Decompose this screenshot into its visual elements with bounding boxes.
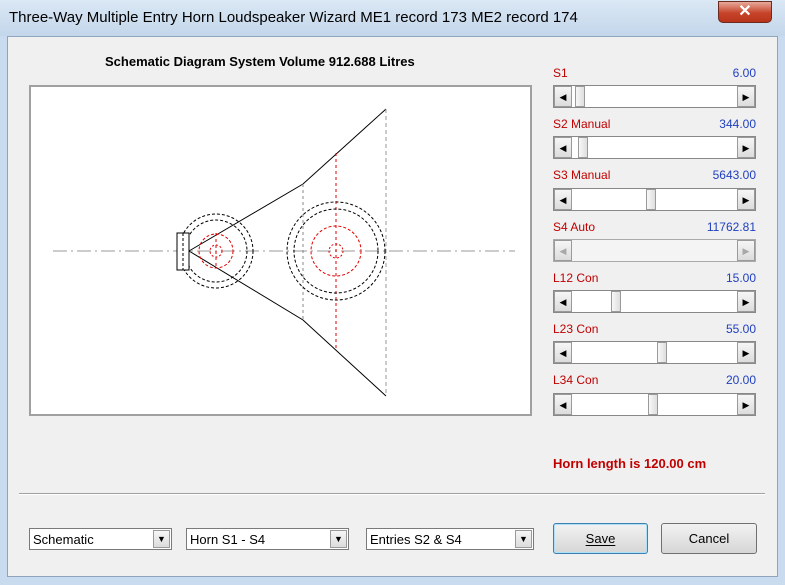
scroll-left-icon[interactable]: ◀ bbox=[554, 394, 572, 415]
horn-select[interactable]: Horn S1 - S4 ▼ bbox=[186, 528, 349, 550]
chevron-down-icon[interactable]: ▼ bbox=[330, 530, 347, 548]
diagram-heading: Schematic Diagram System Volume 912.688 … bbox=[105, 54, 415, 69]
cancel-button[interactable]: Cancel bbox=[661, 523, 757, 554]
horn-upper-outline bbox=[188, 108, 387, 252]
slider-scrollbar[interactable]: ◀ ▶ bbox=[553, 290, 756, 313]
scroll-right-icon[interactable]: ▶ bbox=[737, 137, 755, 158]
schematic-drawing bbox=[53, 108, 515, 397]
scroll-right-icon[interactable]: ▶ bbox=[737, 291, 755, 312]
title-bar[interactable]: Three-Way Multiple Entry Horn Loudspeake… bbox=[0, 0, 785, 36]
slider-label: L12 Con bbox=[553, 271, 599, 285]
scroll-right-icon[interactable]: ▶ bbox=[737, 394, 755, 415]
slider-thumb[interactable] bbox=[575, 86, 586, 107]
slider-label: S1 bbox=[553, 66, 568, 80]
schematic-diagram bbox=[29, 85, 532, 416]
entries-select[interactable]: Entries S2 & S4 ▼ bbox=[366, 528, 534, 550]
horn-lower-outline bbox=[188, 250, 387, 397]
chevron-down-icon[interactable]: ▼ bbox=[515, 530, 532, 548]
close-button[interactable]: ✕ bbox=[718, 1, 772, 23]
slider-label: S2 Manual bbox=[553, 117, 611, 131]
slider-scrollbar[interactable]: ◀ ▶ bbox=[553, 188, 756, 211]
save-button[interactable]: Save bbox=[553, 523, 648, 554]
slider-label: S4 Auto bbox=[553, 220, 596, 234]
scroll-left-icon[interactable]: ◀ bbox=[554, 342, 572, 363]
entries-select-value: Entries S2 & S4 bbox=[370, 532, 462, 547]
slider-thumb[interactable] bbox=[646, 189, 657, 210]
slider-scrollbar[interactable]: ◀ ▶ bbox=[553, 393, 756, 416]
slider-thumb[interactable] bbox=[647, 394, 658, 415]
slider-value: 20.00 bbox=[725, 373, 756, 387]
slider-value: 55.00 bbox=[725, 322, 756, 336]
scroll-left-icon[interactable]: ◀ bbox=[554, 291, 572, 312]
view-select-value: Schematic bbox=[33, 532, 94, 547]
separator-line bbox=[19, 493, 765, 495]
slider-thumb[interactable] bbox=[610, 291, 621, 312]
slider-value: 344.00 bbox=[719, 117, 756, 131]
scroll-left-icon: ◀ bbox=[554, 240, 572, 261]
window-title: Three-Way Multiple Entry Horn Loudspeake… bbox=[9, 9, 578, 26]
slider-label: L34 Con bbox=[553, 373, 599, 387]
slider-thumb[interactable] bbox=[657, 342, 668, 363]
scroll-right-icon[interactable]: ▶ bbox=[737, 342, 755, 363]
horn-select-value: Horn S1 - S4 bbox=[190, 532, 266, 547]
slider-value: 6.00 bbox=[732, 66, 756, 80]
slider-value: 5643.00 bbox=[712, 168, 756, 182]
slider-label: S3 Manual bbox=[553, 168, 611, 182]
slider-scrollbar[interactable]: ◀ ▶ bbox=[553, 136, 756, 159]
chevron-down-icon[interactable]: ▼ bbox=[153, 530, 170, 548]
slider-scrollbar: ◀ ▶ bbox=[553, 239, 756, 262]
horn-length-text: Horn length is 120.00 cm bbox=[553, 456, 707, 471]
save-button-label: Save bbox=[585, 531, 616, 546]
slider-scrollbar[interactable]: ◀ ▶ bbox=[553, 85, 756, 108]
slider-label: L23 Con bbox=[553, 322, 599, 336]
scroll-right-icon: ▶ bbox=[737, 240, 755, 261]
slider-thumb[interactable] bbox=[578, 137, 589, 158]
scroll-right-icon[interactable]: ▶ bbox=[737, 189, 755, 210]
close-icon: ✕ bbox=[738, 3, 752, 20]
scroll-left-icon[interactable]: ◀ bbox=[554, 137, 572, 158]
slider-value: 15.00 bbox=[725, 271, 756, 285]
scroll-right-icon[interactable]: ▶ bbox=[737, 86, 755, 107]
scroll-left-icon[interactable]: ◀ bbox=[554, 86, 572, 107]
scroll-left-icon[interactable]: ◀ bbox=[554, 189, 572, 210]
slider-scrollbar[interactable]: ◀ ▶ bbox=[553, 341, 756, 364]
cancel-button-label: Cancel bbox=[688, 531, 730, 546]
view-select[interactable]: Schematic ▼ bbox=[29, 528, 172, 550]
slider-value: 11762.81 bbox=[706, 220, 756, 234]
